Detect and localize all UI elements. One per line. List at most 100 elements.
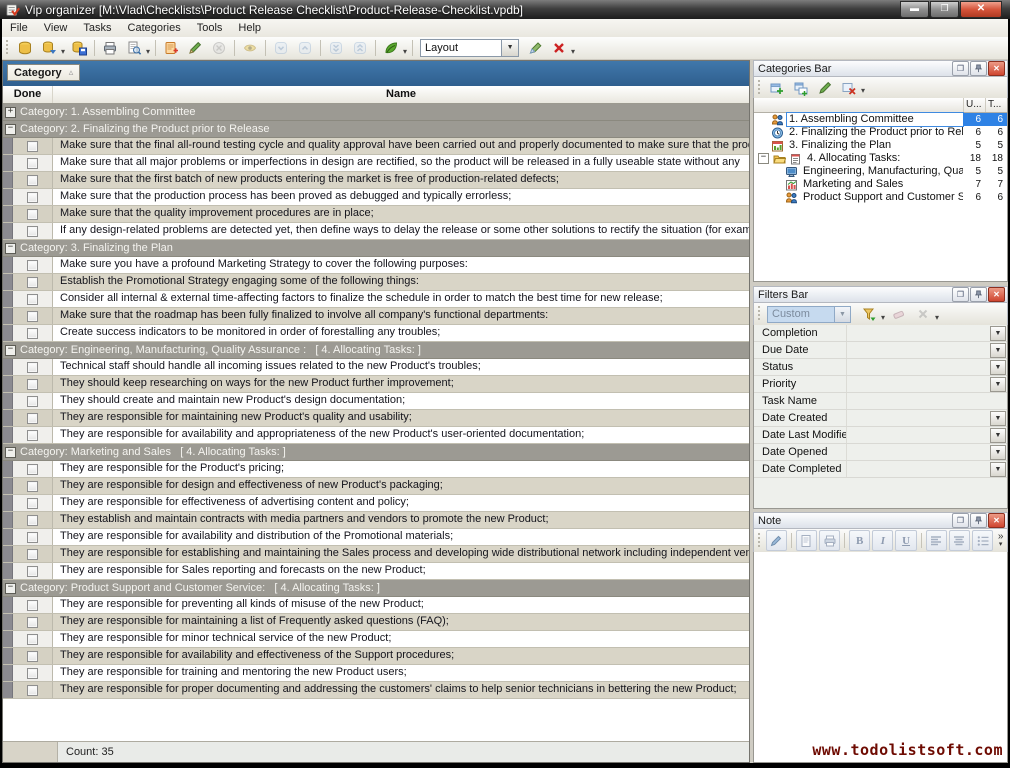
task-row[interactable]: They are responsible for availability an… — [3, 427, 749, 444]
menu-tools[interactable]: Tools — [189, 20, 231, 36]
categories-close-icon[interactable]: ✕ — [988, 61, 1005, 76]
category-group-row[interactable]: − Category: Product Support and Customer… — [3, 580, 749, 597]
row-selector[interactable] — [3, 478, 13, 494]
row-selector[interactable] — [3, 291, 13, 307]
layout-combobox-arrow[interactable]: ▼ — [502, 39, 519, 57]
task-row[interactable]: They are responsible for availability an… — [3, 529, 749, 546]
category-group-row[interactable]: − Category: 3. Finalizing the Plan — [3, 240, 749, 257]
category-label[interactable]: Product Support and Customer Service: — [801, 191, 963, 204]
category-group-row[interactable]: − Category: 2. Finalizing the Product pr… — [3, 121, 749, 138]
note-editor[interactable]: www.todolistsoft.com — [753, 552, 1008, 763]
filters-pin-icon[interactable] — [970, 287, 987, 302]
task-name[interactable]: If any design-related problems are detec… — [53, 223, 749, 239]
filters-close-icon[interactable]: ✕ — [988, 287, 1005, 302]
categories-toolbar-overflow[interactable]: ▾ — [861, 86, 865, 95]
filter-dropdown-caret[interactable]: ▾ — [881, 313, 885, 322]
task-row[interactable]: They should create and maintain new Prod… — [3, 393, 749, 410]
edit-task-button[interactable] — [183, 37, 207, 59]
filter-preset-value[interactable]: Custom — [767, 306, 835, 323]
toolbar-grip[interactable] — [5, 40, 10, 56]
close-button[interactable]: ✕ — [960, 1, 1002, 18]
row-selector[interactable] — [3, 614, 13, 630]
task-name[interactable]: Make sure that all major problems or imp… — [53, 155, 749, 171]
filter-preset-combobox[interactable]: Custom ▼ — [767, 306, 851, 323]
column-header-uncompleted[interactable]: U... — [963, 98, 985, 112]
task-done-checkbox[interactable] — [27, 532, 38, 543]
task-done-checkbox[interactable] — [27, 226, 38, 237]
row-selector[interactable] — [3, 274, 13, 290]
row-selector[interactable] — [3, 597, 13, 613]
task-row[interactable]: Make sure that the roadmap has been full… — [3, 308, 749, 325]
note-autohide-icon[interactable]: ❐ — [952, 513, 969, 528]
task-name[interactable]: They are responsible for design and effe… — [53, 478, 749, 494]
task-name[interactable]: Make sure that the final all-round testi… — [53, 138, 749, 154]
open-database-button[interactable] — [37, 37, 61, 59]
task-done-checkbox[interactable] — [27, 430, 38, 441]
delete-layout-button[interactable] — [547, 37, 571, 59]
row-selector[interactable] — [3, 325, 13, 341]
task-row[interactable]: Make sure that the production process ha… — [3, 189, 749, 206]
task-name[interactable]: Make sure that the roadmap has been full… — [53, 308, 749, 324]
task-row[interactable]: They are responsible for proper document… — [3, 682, 749, 699]
row-selector[interactable] — [3, 631, 13, 647]
filter-dropdown-button[interactable]: ▼ — [990, 377, 1006, 392]
filter-value-field[interactable] — [846, 359, 990, 375]
task-done-checkbox[interactable] — [27, 685, 38, 696]
row-selector[interactable] — [3, 665, 13, 681]
task-row[interactable]: Make sure you have a profound Marketing … — [3, 257, 749, 274]
task-done-checkbox[interactable] — [27, 379, 38, 390]
task-name[interactable]: Consider all internal & external time-af… — [53, 291, 749, 307]
menu-help[interactable]: Help — [230, 20, 269, 36]
row-selector[interactable] — [3, 189, 13, 205]
categories-toolbar-grip[interactable] — [757, 80, 762, 96]
task-name[interactable]: They are responsible for maintaining new… — [53, 410, 749, 426]
toggle-complete-button[interactable] — [238, 37, 262, 59]
filter-value-field[interactable] — [846, 427, 990, 443]
task-row[interactable]: Make sure that the final all-round testi… — [3, 138, 749, 155]
delete-category-button[interactable] — [837, 77, 861, 99]
filter-value-field[interactable] — [846, 393, 1007, 409]
row-selector[interactable] — [3, 223, 13, 239]
column-header-total[interactable]: T... — [985, 98, 1007, 112]
print-button[interactable] — [98, 37, 122, 59]
task-done-checkbox[interactable] — [27, 634, 38, 645]
task-done-checkbox[interactable] — [27, 413, 38, 424]
filter-value-field[interactable] — [846, 444, 990, 460]
category-label[interactable]: 2. Finalizing the Product prior to Relea… — [787, 126, 963, 139]
page-setup-button[interactable] — [796, 530, 817, 551]
task-name[interactable]: Technical staff should handle all incomi… — [53, 359, 749, 375]
theme-dropdown-caret[interactable]: ▾ — [403, 47, 407, 56]
task-done-checkbox[interactable] — [27, 651, 38, 662]
task-done-checkbox[interactable] — [27, 175, 38, 186]
category-tree-item[interactable]: − 4. Allocating Tasks: 18 18 — [754, 152, 1007, 165]
row-selector[interactable] — [3, 546, 13, 562]
move-to-top-button[interactable] — [348, 37, 372, 59]
collapse-icon[interactable]: − — [5, 447, 16, 458]
underline-button[interactable]: U — [895, 530, 916, 551]
task-name[interactable]: They should keep researching on ways for… — [53, 376, 749, 392]
task-name[interactable]: They are responsible for maintaining a l… — [53, 614, 749, 630]
task-row[interactable]: Establish the Promotional Strategy engag… — [3, 274, 749, 291]
task-row[interactable]: They are responsible for establishing an… — [3, 546, 749, 563]
row-selector[interactable] — [3, 529, 13, 545]
group-by-category-button[interactable]: Category ▵ — [7, 64, 80, 81]
task-row[interactable]: They are responsible for design and effe… — [3, 478, 749, 495]
filter-value-field[interactable] — [846, 410, 990, 426]
new-category-button[interactable] — [765, 77, 789, 99]
minimize-button[interactable]: ▬ — [900, 1, 929, 18]
menu-file[interactable]: File — [2, 20, 36, 36]
row-selector[interactable] — [3, 495, 13, 511]
task-row[interactable]: Make sure that the quality improvement p… — [3, 206, 749, 223]
row-selector[interactable] — [3, 393, 13, 409]
filter-dropdown-button[interactable]: ▼ — [990, 411, 1006, 426]
task-name[interactable]: Make sure you have a profound Marketing … — [53, 257, 749, 273]
task-name[interactable]: Make sure that the quality improvement p… — [53, 206, 749, 222]
new-database-button[interactable] — [13, 37, 37, 59]
task-done-checkbox[interactable] — [27, 209, 38, 220]
task-done-checkbox[interactable] — [27, 481, 38, 492]
category-tree-item[interactable]: Product Support and Customer Service: 6 … — [754, 191, 1007, 204]
row-selector[interactable] — [3, 461, 13, 477]
filters-toolbar-overflow[interactable]: ▾ — [935, 313, 939, 322]
task-name[interactable]: They are responsible for minor technical… — [53, 631, 749, 647]
task-row[interactable]: They are responsible for maintaining new… — [3, 410, 749, 427]
